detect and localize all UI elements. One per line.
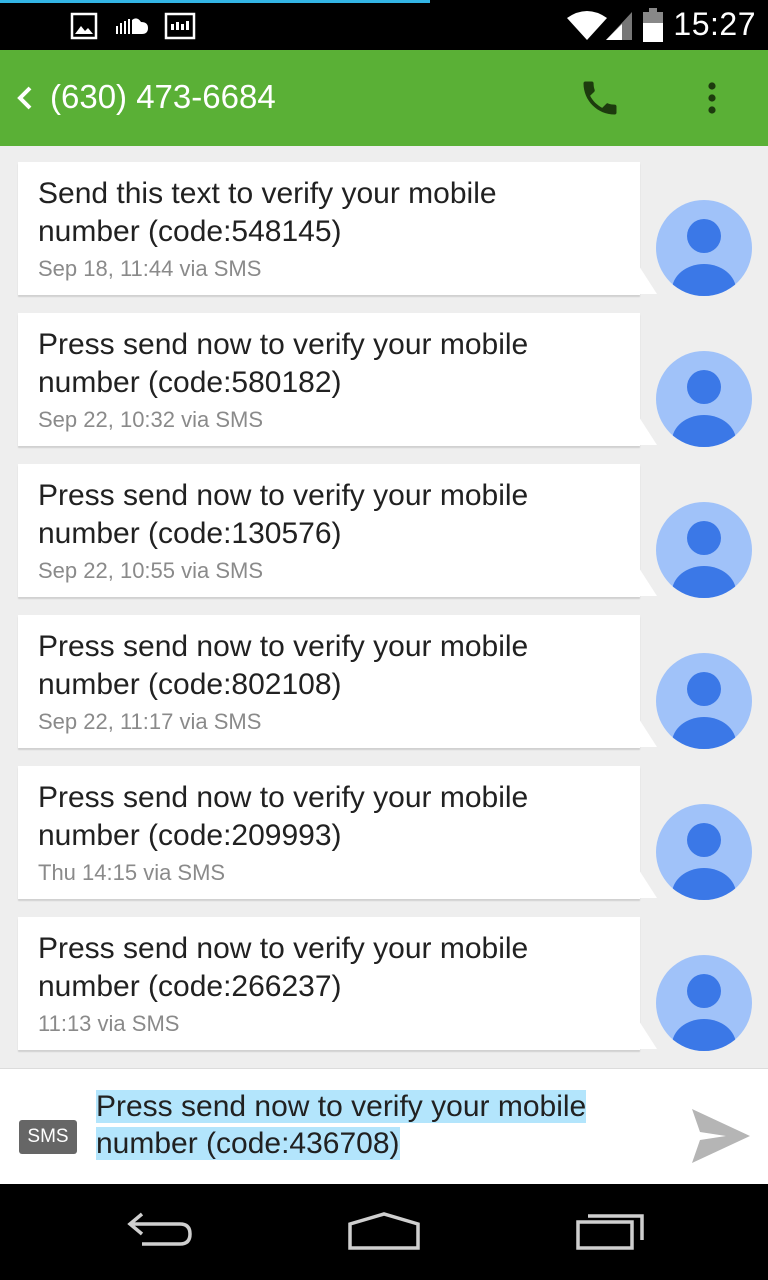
compose-text-line: Press send now to verify your mobile (96, 1090, 587, 1123)
message-timestamp: Sep 22, 10:32 via SMS (38, 407, 264, 432)
message-timestamp: Sep 22, 10:55 via SMS (38, 558, 264, 583)
nav-back-icon[interactable] (124, 1208, 196, 1254)
person-icon (672, 521, 736, 598)
person-icon (672, 672, 736, 749)
message-text: Press send now to verify your mobile num… (38, 930, 628, 1006)
radio-icon (164, 12, 196, 40)
nav-recents-icon[interactable] (574, 1210, 646, 1252)
message-item[interactable]: Press send now to verify your mobile num… (0, 750, 768, 901)
message-text-line: Press send now to verify your mobile (38, 328, 529, 361)
contact-avatar[interactable] (656, 200, 752, 296)
contact-avatar[interactable] (656, 502, 752, 598)
system-nav-bar (0, 1184, 768, 1280)
bubble-tail (639, 1021, 657, 1049)
contact-avatar[interactable] (656, 351, 752, 447)
message-timestamp: Sep 22, 11:17 via SMS (38, 709, 262, 734)
message-text-line: Send this text to verify your mobile (38, 177, 497, 210)
contact-avatar[interactable] (656, 804, 752, 900)
compose-text-line: number (code:436708) (96, 1127, 400, 1160)
message-text-line: number (code:548145) (38, 215, 342, 248)
person-icon (672, 823, 736, 900)
sms-badge: SMS (19, 1120, 77, 1154)
soundcloud-icon (116, 18, 148, 34)
phone-icon[interactable] (578, 76, 622, 120)
nav-home-icon[interactable] (346, 1210, 422, 1252)
message-item[interactable]: Press send now to verify your mobile num… (0, 448, 768, 599)
app-bar: (630) 473-6684 (0, 50, 768, 146)
bubble-tail (639, 266, 657, 294)
cell-signal-icon (606, 12, 632, 40)
message-item[interactable]: Press send now to verify your mobile num… (0, 599, 768, 750)
message-text-line: Press send now to verify your mobile (38, 781, 529, 814)
message-timestamp: Thu 14:15 via SMS (38, 860, 226, 885)
contact-avatar[interactable] (656, 955, 752, 1051)
message-text-line: number (code:580182) (38, 366, 342, 399)
person-icon (672, 370, 736, 447)
wifi-icon (567, 11, 607, 40)
person-icon (672, 219, 736, 296)
contact-avatar[interactable] (656, 653, 752, 749)
message-item[interactable]: Send this text to verify your mobile num… (0, 146, 768, 297)
status-time: 15:27 (673, 6, 756, 42)
message-text-line: number (code:209993) (38, 819, 342, 852)
contact-title[interactable]: (630) 473-6684 (50, 78, 276, 116)
message-text: Press send now to verify your mobile num… (38, 326, 628, 402)
message-text: Press send now to verify your mobile num… (38, 628, 628, 704)
message-text-line: Press send now to verify your mobile (38, 932, 529, 965)
compose-input[interactable]: Press send now to verify your mobile num… (96, 1088, 676, 1162)
message-timestamp: Sep 18, 11:44 via SMS (38, 256, 262, 281)
message-timestamp: 11:13 via SMS (38, 1011, 180, 1036)
message-text: Press send now to verify your mobile num… (38, 779, 628, 855)
person-icon (672, 974, 736, 1051)
message-text-line: number (code:802108) (38, 668, 342, 701)
status-progress-line (0, 0, 430, 3)
message-item[interactable]: Press send now to verify your mobile num… (0, 297, 768, 448)
bubble-tail (639, 417, 657, 445)
message-text: Send this text to verify your mobile num… (38, 175, 628, 251)
message-text-line: number (code:130576) (38, 517, 342, 550)
message-text-line: Press send now to verify your mobile (38, 630, 529, 663)
message-text-line: Press send now to verify your mobile (38, 479, 529, 512)
chevron-left-icon[interactable] (10, 78, 40, 118)
overflow-menu-icon[interactable] (692, 76, 732, 120)
send-icon[interactable] (690, 1107, 752, 1165)
bubble-tail (639, 870, 657, 898)
message-item[interactable]: Press send now to verify your mobile num… (0, 901, 768, 1052)
battery-icon (643, 8, 663, 42)
message-text-line: number (code:266237) (38, 970, 342, 1003)
message-list[interactable]: Send this text to verify your mobile num… (0, 146, 768, 1068)
compose-bar: SMS Press send now to verify your mobile… (0, 1068, 768, 1184)
status-bar: 15:27 (0, 0, 768, 50)
bubble-tail (639, 568, 657, 596)
image-notification-icon (70, 12, 98, 40)
bubble-tail (639, 719, 657, 747)
message-text: Press send now to verify your mobile num… (38, 477, 628, 553)
